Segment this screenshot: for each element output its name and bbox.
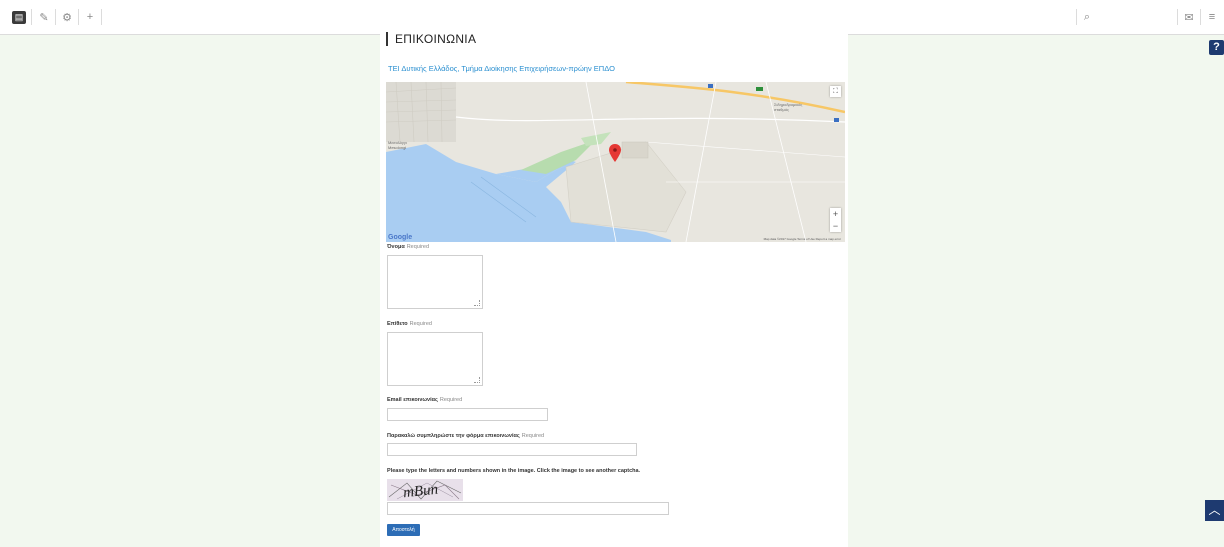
map-zoom-control[interactable]: + − bbox=[830, 208, 841, 232]
map-place-label: Μεσολόγγι Mesolongi bbox=[388, 140, 407, 150]
captcha-text: mBun bbox=[402, 482, 438, 501]
page-title: ΕΠΙΚΟΙΝΩΝΙΑ bbox=[386, 32, 476, 46]
captcha-input[interactable] bbox=[387, 502, 669, 515]
organization-link[interactable]: ΤΕΙ Δυτικής Ελλάδος, Τμήμα Διοίκησης Επι… bbox=[388, 64, 615, 73]
message-label: Παρακαλώ συμπληρώστε την φόρμα επικοινων… bbox=[387, 433, 545, 439]
toolbar-divider bbox=[1177, 9, 1178, 25]
gear-icon[interactable]: ⚙ bbox=[61, 9, 73, 25]
zoom-in-button[interactable]: + bbox=[830, 208, 841, 220]
content-panel: ΕΠΙΚΟΙΝΩΝΙΑ ΤΕΙ Δυτικής Ελλάδος, Τμήμα Δ… bbox=[380, 28, 848, 547]
google-logo[interactable]: Google bbox=[388, 234, 412, 241]
captcha-image[interactable]: mBun bbox=[387, 479, 463, 501]
toolbar-divider bbox=[78, 9, 79, 25]
toolbar-divider bbox=[1076, 9, 1077, 25]
toolbar-divider bbox=[101, 9, 102, 25]
help-button[interactable]: ? bbox=[1209, 40, 1224, 55]
surname-label: Επίθετο Required bbox=[387, 321, 432, 327]
zoom-out-button[interactable]: − bbox=[830, 220, 841, 232]
logo-icon[interactable]: ▤ bbox=[12, 9, 26, 25]
surname-textarea[interactable] bbox=[387, 332, 483, 386]
required-hint: Required bbox=[439, 397, 463, 403]
name-label: Όνομα Required bbox=[387, 244, 430, 250]
email-label: Email επικοινωνίας Required bbox=[387, 397, 463, 403]
required-hint: Required bbox=[406, 244, 430, 250]
chat-icon[interactable]: ✉ bbox=[1183, 9, 1195, 25]
fullscreen-icon[interactable]: ⛶ bbox=[830, 86, 841, 97]
toolbar-divider bbox=[55, 9, 56, 25]
map-place-label: Σιδηροδρομικός σταθμός bbox=[774, 102, 803, 112]
toolbar-divider bbox=[31, 9, 32, 25]
map-credit[interactable]: Map data ©2017 Google Terms of Use Repor… bbox=[764, 237, 841, 241]
submit-button[interactable]: Αποστολή bbox=[387, 524, 420, 536]
resize-handle-icon[interactable] bbox=[474, 377, 480, 383]
scroll-to-top-button[interactable]: ︿ bbox=[1205, 500, 1224, 521]
search-icon[interactable]: ⌕ bbox=[1080, 9, 1094, 25]
required-hint: Required bbox=[521, 433, 545, 439]
google-map[interactable]: Μεσολόγγι Mesolongi Σιδηροδρομικός σταθμός… bbox=[386, 82, 845, 242]
captcha-graphic: mBun bbox=[388, 480, 462, 501]
required-hint: Required bbox=[409, 321, 432, 327]
captcha-instructions: Please type the letters and numbers show… bbox=[387, 468, 641, 474]
pencil-icon[interactable]: ✎ bbox=[38, 9, 50, 25]
chevron-up-icon: ︿ bbox=[1208, 503, 1221, 517]
resize-handle-icon[interactable] bbox=[474, 300, 480, 306]
name-textarea[interactable] bbox=[387, 255, 483, 309]
toolbar-divider bbox=[1200, 9, 1201, 25]
message-field[interactable] bbox=[387, 443, 637, 456]
plus-icon[interactable]: + bbox=[84, 9, 96, 25]
menu-icon[interactable]: ≡ bbox=[1206, 9, 1218, 25]
email-field[interactable] bbox=[387, 408, 548, 421]
